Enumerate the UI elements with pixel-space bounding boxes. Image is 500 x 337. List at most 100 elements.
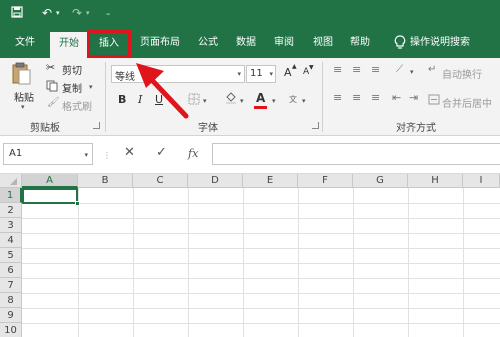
font-size-select[interactable]: 11 ▾	[246, 65, 276, 83]
grid-line	[22, 203, 500, 204]
fill-color-icon[interactable]	[224, 91, 238, 108]
merge-center-icon[interactable]	[428, 94, 440, 108]
wrap-text-icon[interactable]: ↵	[428, 64, 436, 76]
borders-icon[interactable]	[188, 93, 200, 108]
enter-icon[interactable]: ✓	[156, 145, 167, 161]
format-painter-icon: 🖌	[47, 97, 60, 108]
undo-dropdown-icon[interactable]: ▾	[56, 6, 60, 20]
tab-insert[interactable]: 插入	[87, 30, 131, 58]
italic-button[interactable]: I	[138, 93, 142, 106]
paste-icon[interactable]	[12, 62, 32, 89]
format-painter-button[interactable]: 格式刷	[62, 98, 92, 113]
copy-button[interactable]: 复制	[62, 80, 82, 95]
tab-home[interactable]: 开始	[50, 32, 88, 58]
name-box[interactable]: A1 ▾	[3, 143, 93, 165]
group-separator	[105, 62, 106, 132]
paste-button[interactable]: 粘贴	[14, 89, 34, 104]
font-name-value: 等线	[115, 72, 135, 83]
tab-review[interactable]: 审阅	[268, 28, 300, 58]
column-header-a[interactable]: A	[22, 174, 78, 188]
grid-line	[188, 188, 189, 337]
cut-button[interactable]: 剪切	[62, 62, 82, 77]
tab-data[interactable]: 数据	[230, 28, 262, 58]
row-header-6[interactable]: 6	[0, 263, 22, 278]
grid-line	[353, 188, 354, 337]
borders-dropdown-icon[interactable]: ▾	[203, 97, 207, 105]
column-header-d[interactable]: D	[188, 174, 243, 188]
bold-button[interactable]: B	[118, 93, 126, 106]
column-header-g[interactable]: G	[353, 174, 408, 188]
insert-function-button[interactable]: fx	[188, 146, 198, 162]
fill-handle[interactable]	[75, 201, 80, 206]
orientation-icon[interactable]: ⟋	[396, 64, 403, 76]
row-header-5[interactable]: 5	[0, 248, 22, 263]
phonetic-icon[interactable]: 文	[289, 94, 297, 105]
grow-font-button[interactable]: A	[284, 66, 292, 79]
row-header-3[interactable]: 3	[0, 218, 22, 233]
column-header-f[interactable]: F	[298, 174, 353, 188]
undo-icon[interactable]: ↶	[42, 6, 52, 20]
tell-me-search[interactable]: 操作说明搜索	[410, 28, 494, 58]
row-header-4[interactable]: 4	[0, 233, 22, 248]
paste-dropdown-icon[interactable]: ▾	[21, 103, 25, 111]
align-center-icon[interactable]: ≡	[352, 92, 361, 104]
column-header-b[interactable]: B	[78, 174, 133, 188]
align-right-icon[interactable]: ≡	[371, 92, 380, 104]
formula-bar: A1 ▾ ⋮ ✕ ✓ fx	[0, 136, 500, 174]
underline-dropdown-icon[interactable]: ▾	[168, 97, 172, 105]
column-header-i[interactable]: I	[463, 174, 500, 188]
tab-help[interactable]: 帮助	[344, 28, 376, 58]
align-middle-icon[interactable]: ≡	[352, 64, 361, 76]
redo-dropdown-icon[interactable]: ▾	[86, 6, 90, 20]
font-size-dropdown-icon[interactable]: ▾	[269, 70, 273, 78]
row-header-10[interactable]: 10	[0, 323, 22, 337]
tab-page-layout[interactable]: 页面布局	[134, 28, 186, 58]
copy-dropdown-icon[interactable]: ▾	[89, 83, 93, 91]
font-color-dropdown-icon[interactable]: ▾	[272, 97, 276, 105]
spreadsheet-grid[interactable]: A B C D E F G H I 1 2 3 4 5 6 7 8 9 10	[0, 174, 500, 337]
formula-input[interactable]	[212, 143, 500, 165]
cancel-icon[interactable]: ✕	[124, 145, 135, 161]
align-left-icon[interactable]: ≡	[333, 92, 342, 104]
orientation-dropdown-icon[interactable]: ▾	[410, 68, 414, 76]
formula-bar-splitter-icon[interactable]: ⋮	[103, 148, 111, 164]
fill-color-dropdown-icon[interactable]: ▾	[240, 97, 244, 105]
tab-view[interactable]: 视图	[307, 28, 339, 58]
row-header-8[interactable]: 8	[0, 293, 22, 308]
redo-icon[interactable]: ↷	[72, 6, 82, 20]
font-size-value: 11	[250, 68, 263, 79]
align-bottom-icon[interactable]: ≡	[371, 64, 380, 76]
name-box-dropdown-icon[interactable]: ▾	[84, 151, 88, 159]
active-cell-a1[interactable]	[22, 188, 78, 204]
merge-center-button[interactable]: 合并后居中	[442, 95, 492, 110]
grid-line	[243, 188, 244, 337]
font-name-dropdown-icon[interactable]: ▾	[237, 70, 241, 78]
decrease-indent-icon[interactable]: ⇤	[392, 92, 401, 104]
save-icon[interactable]	[11, 6, 23, 21]
group-separator	[322, 62, 323, 132]
column-header-h[interactable]: H	[408, 174, 463, 188]
grid-line	[22, 278, 500, 279]
font-name-select[interactable]: 等线 ▾	[111, 65, 245, 83]
underline-button[interactable]: U	[155, 93, 163, 106]
clipboard-dialog-launcher-icon[interactable]	[93, 122, 100, 129]
row-header-9[interactable]: 9	[0, 308, 22, 323]
font-dialog-launcher-icon[interactable]	[312, 122, 319, 129]
increase-indent-icon[interactable]: ⇥	[409, 92, 418, 104]
row-header-2[interactable]: 2	[0, 203, 22, 218]
grid-line	[22, 323, 500, 324]
phonetic-dropdown-icon[interactable]: ▾	[302, 97, 306, 105]
wrap-text-button[interactable]: 自动换行	[442, 66, 482, 81]
grid-line	[78, 188, 79, 337]
align-top-icon[interactable]: ≡	[333, 64, 342, 76]
select-all-button[interactable]	[0, 174, 22, 188]
grid-line	[22, 218, 500, 219]
tab-file[interactable]: 文件	[8, 28, 42, 58]
column-header-e[interactable]: E	[243, 174, 298, 188]
tab-formulas[interactable]: 公式	[192, 28, 224, 58]
column-header-c[interactable]: C	[133, 174, 188, 188]
row-header-7[interactable]: 7	[0, 278, 22, 293]
customize-toolbar-icon[interactable]: ₌	[106, 6, 110, 20]
font-color-button[interactable]: A	[256, 91, 265, 105]
row-header-1[interactable]: 1	[0, 188, 22, 203]
